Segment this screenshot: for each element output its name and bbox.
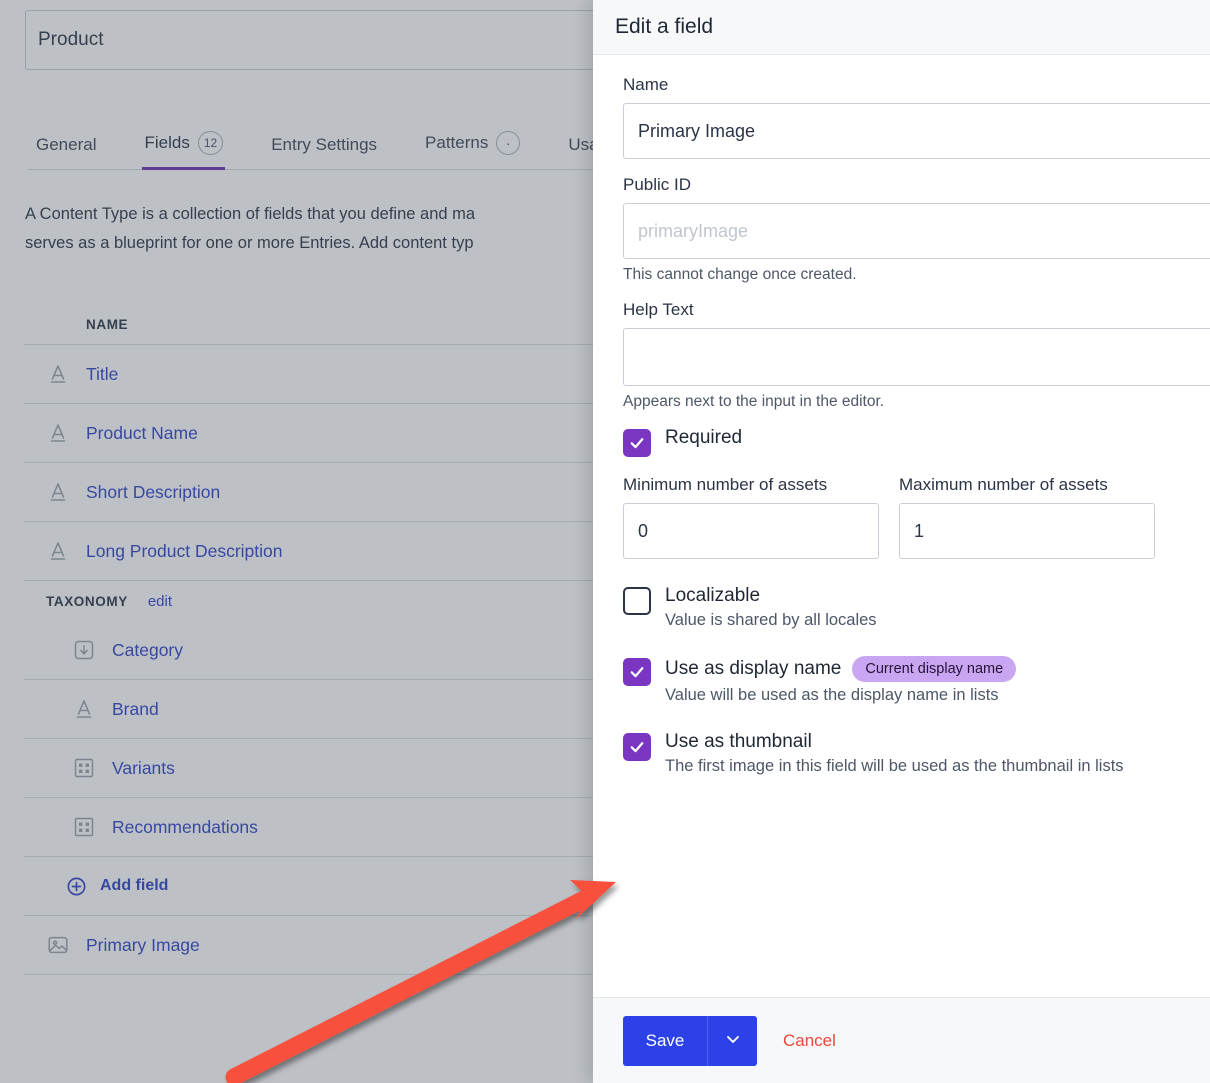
chevron-down-icon [723,1029,743,1052]
save-button-group: Save [623,1015,757,1066]
display-name-text-block: Use as display name Current display name… [665,656,1017,705]
edit-field-modal: Edit a field Name Primary Image Public I… [593,0,1210,1083]
min-assets-group: Minimum number of assets 0 [623,475,879,559]
public-id-field-group: Public ID primaryImage This cannot chang… [623,175,1210,284]
save-button[interactable]: Save [623,1015,707,1066]
cancel-button[interactable]: Cancel [783,1031,836,1051]
display-name-checkbox[interactable] [623,658,651,686]
name-field-group: Name Primary Image [623,75,1210,159]
help-text-label: Help Text [623,300,694,319]
min-assets-input[interactable]: 0 [623,503,879,559]
min-assets-value: 0 [638,520,649,541]
required-label: Required [665,427,743,448]
public-id-hint: This cannot change once created. [623,266,857,283]
localizable-checkbox[interactable] [623,587,651,615]
asset-count-row: Minimum number of assets 0 Maximum numbe… [623,475,1188,559]
public-id-placeholder: primaryImage [638,220,749,241]
display-name-checkbox-row[interactable]: Use as display name Current display name… [623,656,1188,705]
help-text-hint: Appears next to the input in the editor. [623,393,885,410]
name-input[interactable]: Primary Image [623,103,1210,159]
current-display-name-badge: Current display name [852,656,1017,682]
localizable-checkbox-row[interactable]: Localizable Value is shared by all local… [623,585,1188,630]
name-label: Name [623,75,669,94]
max-assets-input[interactable]: 1 [899,503,1155,559]
thumbnail-checkbox-row[interactable]: Use as thumbnail The first image in this… [623,731,1188,776]
thumbnail-label: Use as thumbnail [665,731,812,752]
save-options-button[interactable] [707,1015,757,1066]
thumbnail-sub: The first image in this field will be us… [665,757,1124,775]
modal-footer: Save Cancel [593,997,1210,1083]
screen-root: Product General Fields 12 Entry Settings… [0,0,1210,1083]
public-id-input[interactable]: primaryImage [623,203,1210,259]
thumbnail-text-block: Use as thumbnail The first image in this… [665,731,1124,776]
thumbnail-checkbox[interactable] [623,733,651,761]
required-checkbox-row[interactable]: Required [623,427,1188,457]
name-input-value: Primary Image [638,120,756,141]
localizable-text-block: Localizable Value is shared by all local… [665,585,877,630]
modal-title: Edit a field [615,15,714,38]
min-assets-label: Minimum number of assets [623,475,828,494]
display-name-label: Use as display name [665,658,842,679]
help-text-field-group: Help Text Appears next to the input in t… [623,300,1210,411]
required-checkbox[interactable] [623,429,651,457]
modal-header: Edit a field [593,0,1210,55]
display-name-sub: Value will be used as the display name i… [665,686,999,704]
max-assets-value: 1 [914,520,925,541]
modal-body: Name Primary Image Public ID primaryImag… [593,55,1210,997]
max-assets-group: Maximum number of assets 1 [899,475,1155,559]
display-name-main: Use as display name Current display name [665,656,1017,682]
localizable-sub: Value is shared by all locales [665,611,877,629]
public-id-label: Public ID [623,175,692,194]
max-assets-label: Maximum number of assets [899,475,1108,494]
help-text-input[interactable] [623,328,1210,386]
localizable-label: Localizable [665,585,761,606]
